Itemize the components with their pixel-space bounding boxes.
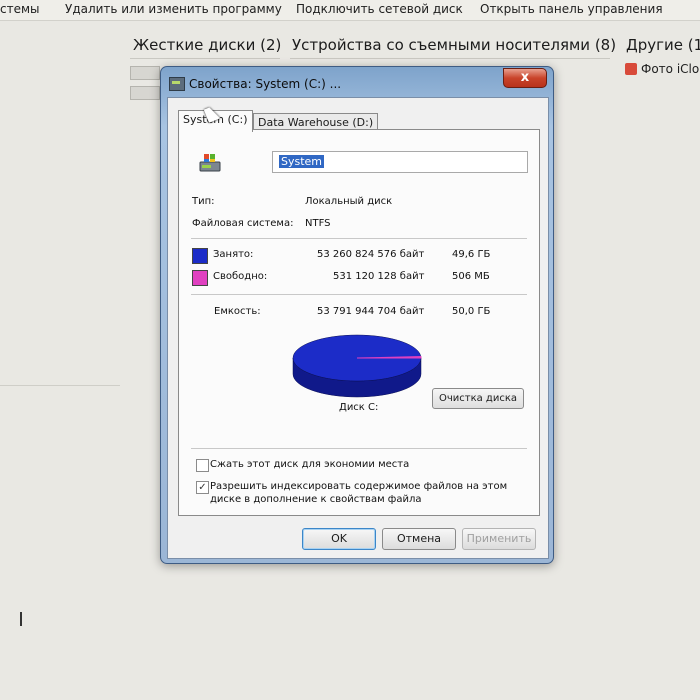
toolbar-item-map-drive[interactable]: Подключить сетевой диск [296,2,463,16]
disk-label: Диск C: [339,402,379,413]
icloud-photos-item[interactable]: Фото iClo [625,62,699,76]
explorer-toolbar: стемы Удалить или изменить программу Под… [0,0,700,21]
index-label: Разрешить индексировать содержимое файло… [210,481,508,505]
type-value: Локальный диск [305,196,393,207]
close-button[interactable]: x [503,68,547,88]
filesystem-label: Файловая система: [192,218,294,229]
properties-dialog: Свойства: System (C:) ... x System (C:) … [160,66,554,564]
toolbar-item-uninstall[interactable]: Удалить или изменить программу [65,2,282,16]
toolbar-item-control-panel[interactable]: Открыть панель управления [480,2,663,16]
type-label: Тип: [192,196,215,207]
filesystem-value: NTFS [305,218,331,229]
tab-panel-general: System Тип: Локальный диск Файловая сист… [178,129,540,516]
drive-item-c[interactable] [130,66,160,80]
volume-name-text: System [279,155,325,168]
free-space-bytes: 531 120 128 байт [333,271,425,282]
index-checkbox[interactable]: ✓ [196,481,209,494]
separator [191,294,527,295]
capacity-bytes: 53 791 944 704 байт [317,306,425,317]
used-space-swatch [192,248,208,264]
text-cursor-mark [20,612,22,626]
volume-name-input[interactable]: System [272,151,528,173]
capacity-label: Емкость: [214,306,261,317]
icloud-photos-label: Фото iClo [641,62,700,76]
apply-button[interactable]: Применить [462,528,536,550]
group-header-other[interactable]: Другие (1 [626,36,700,54]
separator [191,238,527,239]
separator [191,448,527,449]
local-disk-icon [199,154,221,172]
cancel-button[interactable]: Отмена [382,528,456,550]
used-space-size: 49,6 ГБ [452,249,491,260]
ok-button[interactable]: OK [302,528,376,550]
free-space-size: 506 МБ [452,271,490,282]
dialog-title: Свойства: System (C:) ... [189,77,342,91]
disk-usage-pie-chart [292,334,422,398]
compress-label: Сжать этот диск для экономии места [210,459,410,470]
compress-checkbox[interactable] [196,459,209,472]
dialog-client: System (C:) Data Warehouse (D:) System Т… [167,97,549,559]
group-header-removable[interactable]: Устройства со съемными носителями (8) [292,36,616,54]
used-space-bytes: 53 260 824 576 байт [317,249,425,260]
drive-item-d[interactable] [130,86,160,100]
used-space-label: Занято: [213,249,254,260]
free-space-swatch [192,270,208,286]
icloud-photos-icon [625,63,637,75]
nav-divider [0,385,120,386]
group-header-hard-disks[interactable]: Жесткие диски (2) [133,36,281,54]
drive-title-icon [169,77,185,91]
group-divider [290,58,610,59]
free-space-label: Свободно: [213,271,268,282]
disk-cleanup-button[interactable]: Очистка диска [432,388,524,409]
toolbar-item-system[interactable]: стемы [0,2,40,16]
capacity-size: 50,0 ГБ [452,306,491,317]
group-divider [130,58,280,59]
